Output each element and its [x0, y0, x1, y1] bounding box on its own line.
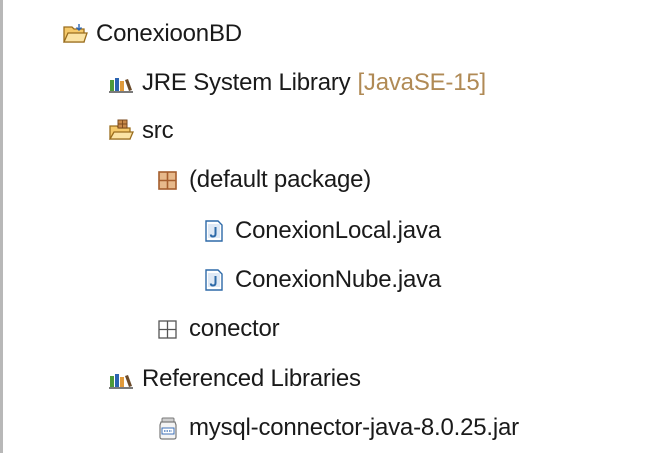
- jar-file-icon: [155, 415, 181, 441]
- jre-version-decoration: [JavaSE-15]: [357, 69, 486, 96]
- tree-item-java-file[interactable]: ConexionNube.java: [201, 256, 441, 304]
- library-icon: [108, 366, 134, 392]
- tree-item-conector-package[interactable]: conector: [155, 305, 280, 353]
- jar-file-label: mysql-connector-java-8.0.25.jar: [189, 414, 519, 441]
- java-file-label: ConexionLocal.java: [235, 217, 441, 244]
- conector-package-label: conector: [189, 315, 280, 342]
- view-left-border: [0, 0, 3, 453]
- open-project-folder-icon: [62, 21, 88, 47]
- tree-item-src[interactable]: src: [108, 107, 174, 155]
- jre-library-label: JRE System Library: [142, 69, 351, 96]
- library-icon: [108, 70, 134, 96]
- java-file-icon: [201, 267, 227, 293]
- package-icon: [155, 167, 181, 193]
- source-folder-icon: [108, 118, 134, 144]
- default-package-label: (default package): [189, 166, 372, 193]
- tree-item-referenced-libraries[interactable]: Referenced Libraries: [108, 355, 361, 403]
- tree-item-jre-library[interactable]: JRE System Library [JavaSE-15]: [108, 59, 486, 107]
- tree-item-jar[interactable]: mysql-connector-java-8.0.25.jar: [155, 404, 519, 452]
- java-file-label: ConexionNube.java: [235, 266, 442, 293]
- tree-item-java-file[interactable]: ConexionLocal.java: [201, 207, 441, 255]
- tree-item-default-package[interactable]: (default package): [155, 156, 371, 204]
- referenced-libraries-label: Referenced Libraries: [142, 365, 361, 392]
- project-name: ConexioonBD: [96, 20, 242, 47]
- src-folder-label: src: [142, 117, 174, 144]
- empty-package-icon: [155, 316, 181, 342]
- package-explorer: ConexioonBD JRE System Library [JavaSE-1…: [0, 0, 652, 453]
- tree-item-project[interactable]: ConexioonBD: [62, 10, 242, 58]
- java-file-icon: [201, 218, 227, 244]
